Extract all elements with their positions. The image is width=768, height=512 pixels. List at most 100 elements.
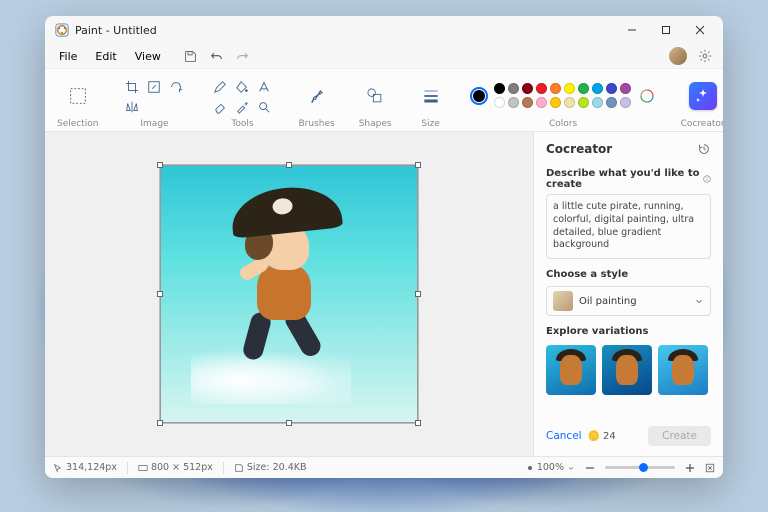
chevron-down-icon: [694, 296, 704, 306]
color-swatch[interactable]: [592, 97, 603, 108]
group-image: Image: [118, 73, 190, 129]
color-swatch[interactable]: [564, 97, 575, 108]
undo-icon[interactable]: [205, 45, 229, 67]
explore-label: Explore variations: [546, 326, 711, 337]
cursor-icon: [53, 463, 63, 473]
variation-thumb[interactable]: [602, 345, 652, 395]
settings-icon[interactable]: [693, 45, 717, 67]
resize-handle[interactable]: [286, 162, 292, 168]
eyedropper-icon[interactable]: [232, 97, 252, 117]
resize-handle[interactable]: [415, 162, 421, 168]
paint-app-icon: [55, 23, 69, 37]
resize-handle[interactable]: [157, 162, 163, 168]
content-area: Cocreator Describe what you'd like to cr…: [45, 132, 723, 456]
rotate-icon[interactable]: [166, 77, 186, 97]
size-tool[interactable]: [416, 81, 446, 111]
history-icon[interactable]: [697, 142, 711, 156]
color-swatch[interactable]: [550, 97, 561, 108]
label-shapes: Shapes: [359, 119, 392, 129]
window-title: Paint - Untitled: [75, 24, 157, 37]
panel-title: Cocreator: [546, 142, 612, 156]
color-swatch[interactable]: [578, 97, 589, 108]
cocreator-panel: Cocreator Describe what you'd like to cr…: [533, 132, 723, 456]
group-cocreator: Cocreator: [677, 73, 723, 129]
color-swatch[interactable]: [620, 97, 631, 108]
color-swatch[interactable]: [550, 83, 561, 94]
close-button[interactable]: [683, 16, 717, 44]
color-swatch[interactable]: [522, 83, 533, 94]
pencil-icon[interactable]: [210, 77, 230, 97]
dot-icon: [526, 464, 534, 472]
canvas-area[interactable]: [45, 132, 533, 456]
color-swatch[interactable]: [508, 97, 519, 108]
artwork-element: [257, 264, 311, 320]
maximize-button[interactable]: [649, 16, 683, 44]
select-tool[interactable]: [63, 81, 93, 111]
artwork-element: [229, 182, 343, 238]
minimize-button[interactable]: [615, 16, 649, 44]
zoom-out-button[interactable]: [585, 463, 595, 473]
prompt-input[interactable]: a little cute pirate, running, colorful,…: [546, 194, 711, 259]
variation-thumb[interactable]: [658, 345, 708, 395]
crop-icon[interactable]: [122, 77, 142, 97]
brush-tool[interactable]: [302, 81, 332, 111]
resize-handle[interactable]: [415, 420, 421, 426]
resize-icon[interactable]: [144, 77, 164, 97]
color-swatch[interactable]: [494, 97, 505, 108]
save-icon[interactable]: [179, 45, 203, 67]
color-swatch[interactable]: [536, 97, 547, 108]
resize-handle[interactable]: [157, 291, 163, 297]
menu-file[interactable]: File: [51, 48, 85, 65]
variation-thumb[interactable]: [546, 345, 596, 395]
coin-icon: 🪙: [588, 431, 600, 442]
zoom-slider[interactable]: [605, 466, 675, 469]
color-swatch[interactable]: [508, 83, 519, 94]
style-thumbnail: [553, 291, 573, 311]
color-swatch[interactable]: [578, 83, 589, 94]
color-swatch[interactable]: [522, 97, 533, 108]
canvas[interactable]: [160, 165, 418, 423]
color-swatch[interactable]: [564, 83, 575, 94]
user-avatar[interactable]: [669, 47, 687, 65]
color-swatch[interactable]: [536, 83, 547, 94]
zoom-display[interactable]: 100%: [526, 462, 575, 473]
cocreator-button[interactable]: [689, 82, 717, 110]
redo-icon[interactable]: [231, 45, 255, 67]
describe-label: Describe what you'd like to create: [546, 168, 711, 190]
color-swatch[interactable]: [620, 83, 631, 94]
style-label: Choose a style: [546, 269, 711, 280]
label-size: Size: [421, 119, 439, 129]
magnifier-icon[interactable]: [254, 97, 274, 117]
create-button[interactable]: Create: [648, 426, 711, 446]
color-swatch[interactable]: [494, 83, 505, 94]
shapes-tool[interactable]: [360, 81, 390, 111]
menu-view[interactable]: View: [127, 48, 169, 65]
label-image: Image: [140, 119, 168, 129]
style-value: Oil painting: [579, 296, 688, 307]
info-icon[interactable]: [703, 174, 711, 184]
color-picker-icon[interactable]: [637, 86, 657, 106]
group-tools: Tools: [206, 73, 278, 129]
menu-bar: File Edit View: [45, 44, 723, 68]
credits-count: 🪙 24: [588, 431, 616, 442]
canvas-dimensions: 800 × 512px: [138, 462, 213, 473]
fill-icon[interactable]: [232, 77, 252, 97]
color-swatch[interactable]: [592, 83, 603, 94]
label-brushes: Brushes: [298, 119, 334, 129]
zoom-in-button[interactable]: [685, 463, 695, 473]
color-swatch[interactable]: [606, 97, 617, 108]
resize-handle[interactable]: [286, 420, 292, 426]
color-swatch[interactable]: [606, 83, 617, 94]
resize-handle[interactable]: [415, 291, 421, 297]
cancel-button[interactable]: Cancel: [546, 430, 582, 442]
zoom-slider-thumb[interactable]: [639, 463, 648, 472]
selected-color[interactable]: [470, 87, 488, 105]
menu-edit[interactable]: Edit: [87, 48, 124, 65]
text-icon[interactable]: [254, 77, 274, 97]
flip-icon[interactable]: [122, 97, 142, 117]
resize-handle[interactable]: [157, 420, 163, 426]
fit-screen-button[interactable]: [705, 463, 715, 473]
eraser-icon[interactable]: [210, 97, 230, 117]
style-select[interactable]: Oil painting: [546, 286, 711, 316]
title-bar: Paint - Untitled: [45, 16, 723, 44]
